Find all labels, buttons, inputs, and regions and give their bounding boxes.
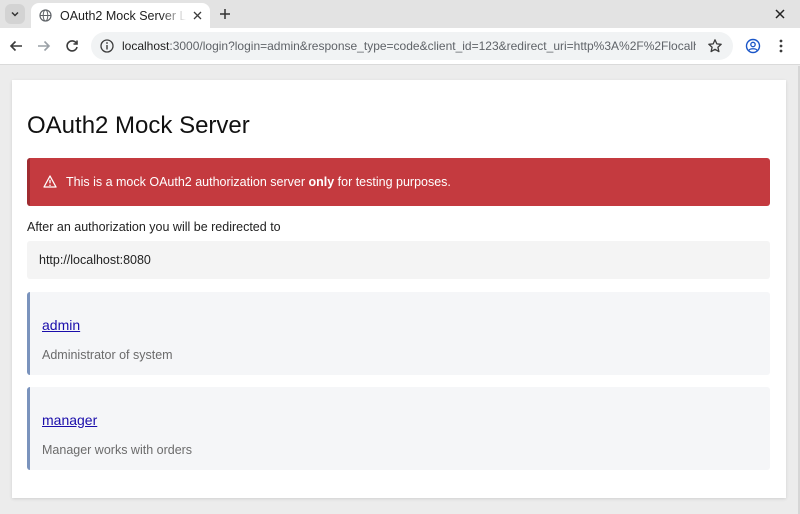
url-path: :3000/login?login=admin&response_type=co… (169, 39, 696, 53)
redirect-uri: http://localhost:8080 (39, 253, 151, 267)
site-info-icon[interactable] (100, 39, 114, 53)
alert-message: This is a mock OAuth2 authorization serv… (66, 175, 451, 189)
login-card: OAuth2 Mock Server This is a mock OAuth2… (12, 80, 786, 498)
tab-title: OAuth2 Mock Server Login (60, 8, 186, 23)
url-host: localhost (122, 39, 170, 53)
redirect-label: After an authorization you will be redir… (27, 220, 281, 234)
tab-close-icon[interactable] (190, 9, 204, 23)
bookmark-star-icon[interactable] (707, 38, 723, 54)
user-description: Manager works with orders (42, 443, 193, 457)
address-bar[interactable]: localhost:3000/login?login=admin&respons… (91, 32, 733, 60)
forward-arrow-right-icon[interactable] (35, 37, 53, 55)
url-text[interactable]: localhost:3000/login?login=admin&respons… (122, 39, 696, 53)
profile-icon[interactable] (744, 37, 762, 55)
warning-icon (43, 175, 57, 189)
alert-text-end: for testing purposes. (334, 175, 451, 189)
reload-icon[interactable] (63, 37, 81, 55)
back-arrow-left-icon[interactable] (7, 37, 25, 55)
tab-strip: OAuth2 Mock Server Login (0, 0, 800, 28)
page-title: OAuth2 Mock Server (27, 112, 250, 139)
warning-alert: This is a mock OAuth2 authorization serv… (27, 158, 770, 206)
redirect-uri-box: http://localhost:8080 (27, 241, 770, 279)
alert-text-start: This is a mock OAuth2 authorization serv… (66, 175, 309, 189)
user-card-admin: admin Administrator of system (27, 292, 770, 375)
page-viewport: OAuth2 Mock Server This is a mock OAuth2… (0, 66, 800, 514)
active-tab[interactable]: OAuth2 Mock Server Login (31, 3, 210, 28)
user-login-link-admin[interactable]: admin (42, 317, 80, 333)
new-tab-plus-icon[interactable] (216, 5, 234, 23)
user-card-manager: manager Manager works with orders (27, 387, 770, 470)
user-login-link-manager[interactable]: manager (42, 412, 97, 428)
tab-search-chevron-down-icon[interactable] (5, 4, 25, 24)
globe-icon (39, 9, 52, 22)
kebab-menu-icon[interactable] (772, 37, 790, 55)
window-close-icon[interactable] (772, 6, 788, 22)
user-description: Administrator of system (42, 348, 173, 362)
alert-text-bold: only (308, 175, 335, 189)
browser-toolbar: localhost:3000/login?login=admin&respons… (0, 28, 800, 65)
